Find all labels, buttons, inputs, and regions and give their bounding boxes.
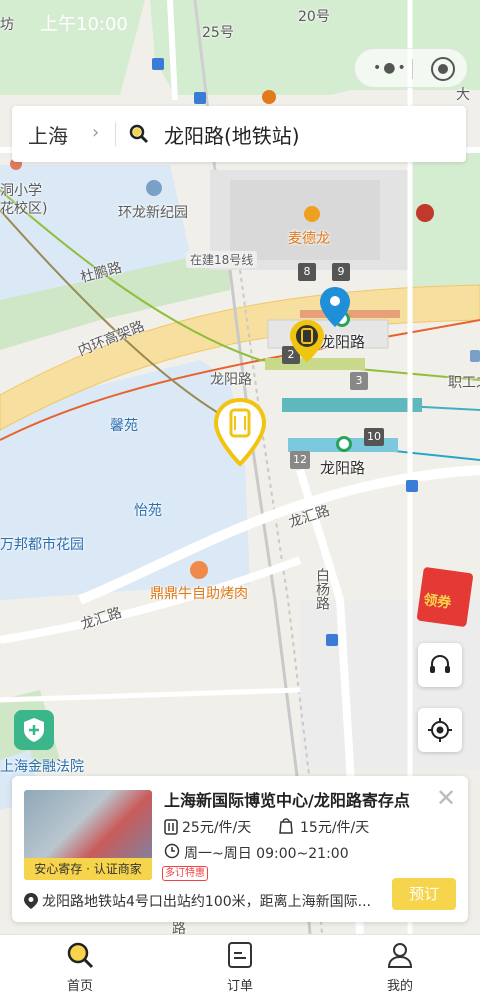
bus-stop-icon [406,480,418,492]
search-icon [129,124,149,144]
map-label-station-bottom: 龙阳路 [320,459,366,477]
price-bag: 15元/件/天 [300,820,370,836]
exit-marker-12: 12 [290,451,310,469]
insurance-button[interactable] [14,710,54,750]
tab-home[interactable]: 首页 [0,935,160,999]
exit-marker-9: 9 [332,263,350,281]
coupon-label: 领券 [422,592,453,612]
metro-station-icon [336,436,352,452]
map-label-dingding: 鼎鼎牛自助烤肉 [150,586,248,602]
bus-stop-icon [152,58,164,70]
mcdonalds-icon [304,206,320,222]
business-hours: 周一~周日 09:00~21:00 [184,846,349,862]
search-input[interactable]: 龙阳路(地铁站) [164,120,300,149]
map-label-mcdonalds: 麦德龙 [288,231,330,247]
location-pin-blue-icon[interactable] [320,287,350,327]
bottom-tab-bar: 首页 订单 我的 [0,934,480,999]
search-divider [115,122,116,146]
map-label-metro18: 在建18号线 [186,251,258,268]
map-label-da: 大 [456,87,470,103]
coupon-button[interactable]: 领券 [416,566,474,628]
search-bar[interactable]: 上海 › 龙阳路(地铁站) [12,106,466,162]
capsule-divider [412,59,413,79]
exit-marker-8: 8 [298,263,316,281]
luggage-pin-small-icon[interactable] [290,320,324,362]
location-icon [24,893,38,909]
map-label-baiyang-road: 白杨路 [314,568,330,610]
close-icon[interactable]: ✕ [436,784,456,812]
close-miniprogram-icon[interactable] [431,57,455,81]
order-icon [228,942,252,968]
status-bar: 上午10:00 [0,0,480,40]
map-label-xinyuan: 馨苑 [110,418,138,434]
promo-badge: 多订特惠 [162,866,208,881]
certified-badge: 安心寄存 · 认证商家 [24,858,152,880]
clock-icon [164,843,180,859]
home-icon [146,180,162,196]
tab-orders[interactable]: 订单 [160,935,320,999]
exit-marker-3: 3 [350,372,368,390]
tab-home-label: 首页 [66,979,93,994]
tab-orders-label: 订单 [226,979,253,994]
locate-icon [428,718,452,742]
map-label-wanbang: 万邦都市花园 [0,537,84,553]
book-button[interactable]: 预订 [392,878,456,910]
chevron-right-icon: › [92,122,100,143]
map-label-yiyuan: 怡苑 [134,503,162,519]
customer-service-button[interactable] [418,643,462,687]
store-address: 龙阳路地铁站4号口出站约100米，距离上海新国际... [42,894,371,910]
restaurant-icon [190,561,208,579]
luggage-pin-selected-icon[interactable] [214,398,266,466]
map-label-school-campus: 花校区) [0,201,48,217]
miniprogram-capsule: •●• [354,48,468,88]
map-label-huanlong: 环龙新纪园 [118,205,188,221]
exit-marker-10: 10 [364,428,384,446]
store-title: 上海新国际博览中心/龙阳路寄存点 [164,791,410,810]
map-label-school: 洞小学 [0,183,42,199]
price-luggage: 25元/件/天 [182,820,252,836]
poi-dot-icon [262,90,276,104]
luggage-icon [164,819,178,835]
locate-me-button[interactable] [418,708,462,752]
more-icon[interactable]: •●• [373,60,408,76]
map-label-station-top: 龙阳路 [320,333,366,351]
bus-stop-icon [194,92,206,104]
bag-icon [279,818,293,834]
map-label-staff: 职工之 [448,375,480,391]
tab-profile-label: 我的 [386,979,413,994]
home-icon [470,350,480,362]
profile-icon [387,943,413,968]
kfc-icon [416,204,434,222]
status-time: 上午10:00 [40,14,128,35]
city-selector[interactable]: 上海 [28,120,68,149]
headset-icon [430,654,450,673]
map-label-court: 上海金融法院 [0,759,84,775]
search-icon [67,942,94,969]
map-label-longyang-road: 龙阳路 [210,372,252,388]
shield-icon [24,718,44,742]
storage-point-card[interactable]: 安心寄存 · 认证商家 上海新国际博览中心/龙阳路寄存点 ✕ 25元/件/天 1… [12,776,468,922]
bus-stop-icon [326,634,338,646]
tab-profile[interactable]: 我的 [320,935,480,999]
